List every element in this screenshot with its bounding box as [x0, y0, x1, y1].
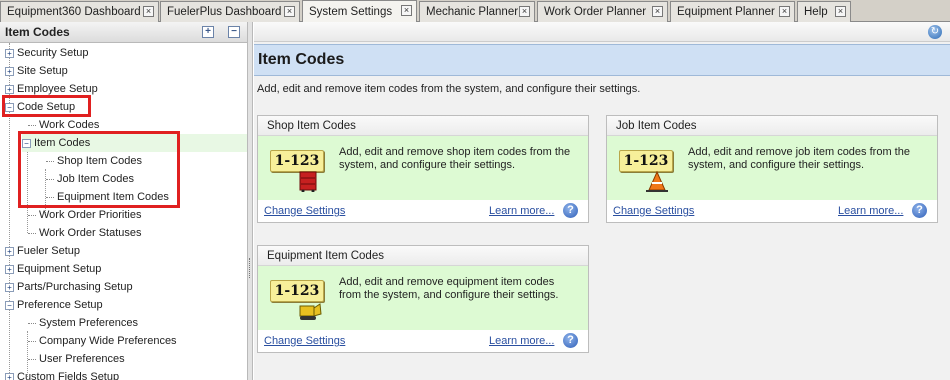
- card-description: Add, edit and remove equipment item code…: [339, 276, 559, 301]
- card-job-item-codes: Job Item Codes 1-123 Add, edit and remov…: [606, 115, 938, 223]
- page-description: Add, edit and remove item codes from the…: [257, 83, 641, 95]
- left-panel-title: Item Codes: [5, 25, 70, 39]
- tab-label: Equipment360 Dashboard: [7, 6, 141, 18]
- expand-icon[interactable]: +: [5, 264, 14, 274]
- card-description: Add, edit and remove job item codes from…: [688, 146, 910, 171]
- learn-more-link[interactable]: Learn more...: [489, 205, 554, 217]
- tree-item-preference-setup[interactable]: − Preference Setup: [5, 296, 103, 314]
- left-panel: Item Codes + − + Security Setup + Site S…: [0, 22, 248, 380]
- tab-equipment360-dashboard[interactable]: Equipment360 Dashboard ×: [0, 1, 159, 22]
- card-title: Shop Item Codes: [258, 116, 588, 136]
- left-panel-header: Item Codes + −: [0, 22, 247, 43]
- learn-more-link[interactable]: Learn more...: [489, 335, 554, 347]
- tab-system-settings[interactable]: System Settings ×: [302, 0, 417, 23]
- refresh-icon[interactable]: ↻: [928, 25, 942, 39]
- card-shop-item-codes: Shop Item Codes 1-123 Add, edit and remo…: [257, 115, 589, 223]
- close-icon[interactable]: ×: [652, 6, 663, 17]
- close-icon[interactable]: ×: [401, 5, 412, 16]
- collapse-all-icon[interactable]: −: [228, 26, 240, 38]
- tree-item-work-order-statuses[interactable]: Work Order Statuses: [28, 224, 142, 242]
- tree-item-parts-purchasing-setup[interactable]: + Parts/Purchasing Setup: [5, 278, 133, 296]
- card-equipment-item-codes: Equipment Item Codes 1-123 Add, edit and…: [257, 245, 589, 353]
- expand-icon[interactable]: +: [5, 372, 14, 380]
- tab-help[interactable]: Help ×: [797, 1, 851, 22]
- close-icon[interactable]: ×: [143, 6, 154, 17]
- change-settings-link[interactable]: Change Settings: [613, 205, 694, 217]
- pane-splitter[interactable]: [248, 22, 253, 380]
- tab-mechanic-planner[interactable]: Mechanic Planner ×: [419, 1, 535, 22]
- expand-icon[interactable]: +: [5, 66, 14, 76]
- tree-item-equipment-setup[interactable]: + Equipment Setup: [5, 260, 101, 278]
- tab-label: Help: [804, 6, 828, 18]
- shop-item-codes-icon: 1-123: [270, 148, 328, 192]
- tree-item-user-preferences[interactable]: User Preferences: [28, 350, 125, 368]
- highlight-item-codes-group: [18, 131, 180, 208]
- tree-item-company-wide-preferences[interactable]: Company Wide Preferences: [28, 332, 177, 350]
- tab-equipment-planner[interactable]: Equipment Planner ×: [670, 1, 795, 22]
- expand-icon[interactable]: +: [5, 246, 14, 256]
- tab-label: Equipment Planner: [677, 6, 775, 18]
- tab-fuelerplus-dashboard[interactable]: FuelerPlus Dashboard ×: [160, 1, 300, 22]
- tree-item-fueler-setup[interactable]: + Fueler Setup: [5, 242, 80, 260]
- content-toolbar: ↻: [254, 22, 950, 42]
- tab-label: FuelerPlus Dashboard: [167, 6, 282, 18]
- equipment-item-codes-icon: 1-123: [270, 278, 328, 322]
- tree-item-site-setup[interactable]: + Site Setup: [5, 62, 68, 80]
- page-title: Item Codes: [254, 44, 950, 76]
- close-icon[interactable]: ×: [519, 6, 530, 17]
- close-icon[interactable]: ×: [835, 6, 846, 17]
- tab-label: Work Order Planner: [544, 6, 647, 18]
- help-icon[interactable]: ?: [912, 203, 927, 218]
- card-title: Job Item Codes: [607, 116, 937, 136]
- job-item-codes-icon: 1-123: [619, 148, 677, 192]
- close-icon[interactable]: ×: [779, 6, 790, 17]
- tab-work-order-planner[interactable]: Work Order Planner ×: [537, 1, 668, 22]
- highlight-code-setup: [2, 95, 91, 117]
- card-title: Equipment Item Codes: [258, 246, 588, 266]
- collapse-icon[interactable]: −: [5, 300, 14, 310]
- expand-icon[interactable]: +: [5, 282, 14, 292]
- main-content: ↻ Item Codes Add, edit and remove item c…: [254, 22, 950, 380]
- expand-icon[interactable]: +: [5, 84, 14, 94]
- tree-item-system-preferences[interactable]: System Preferences: [28, 314, 138, 332]
- help-icon[interactable]: ?: [563, 203, 578, 218]
- tab-label: Mechanic Planner: [426, 6, 519, 18]
- tab-label: System Settings: [309, 6, 393, 18]
- card-description: Add, edit and remove shop item codes fro…: [339, 146, 571, 171]
- help-icon[interactable]: ?: [563, 333, 578, 348]
- close-icon[interactable]: ×: [284, 6, 295, 17]
- expand-icon[interactable]: +: [5, 48, 14, 58]
- expand-all-icon[interactable]: +: [202, 26, 214, 38]
- learn-more-link[interactable]: Learn more...: [838, 205, 903, 217]
- tab-bar: Equipment360 Dashboard × FuelerPlus Dash…: [0, 0, 950, 23]
- change-settings-link[interactable]: Change Settings: [264, 205, 345, 217]
- tree-item-work-order-priorities[interactable]: Work Order Priorities: [28, 206, 141, 224]
- tree-item-security-setup[interactable]: + Security Setup: [5, 44, 89, 62]
- tree-item-custom-fields-setup[interactable]: + Custom Fields Setup: [5, 368, 119, 380]
- change-settings-link[interactable]: Change Settings: [264, 335, 345, 347]
- splitter-grip-icon[interactable]: [249, 258, 251, 278]
